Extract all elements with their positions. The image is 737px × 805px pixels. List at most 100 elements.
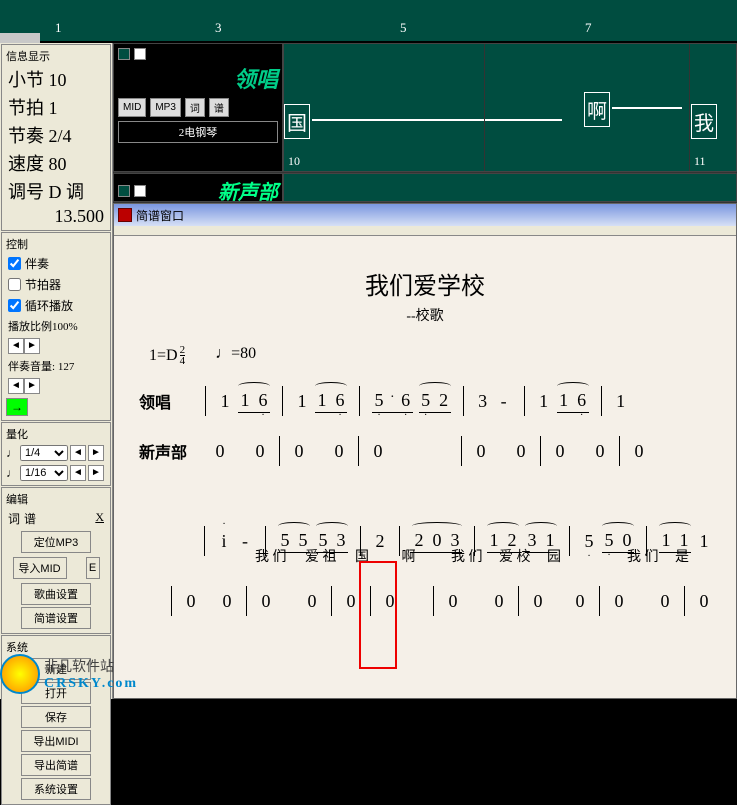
- track-2-body[interactable]: [283, 173, 737, 202]
- quantize-select-1[interactable]: 1/4: [20, 445, 68, 461]
- left-panel: 信息显示 小节 10 节拍 1 节奏 2/4 速度 80 调号 D 调 13.5…: [0, 43, 113, 699]
- measure-divider: [484, 44, 485, 171]
- ruler-indicator: [0, 33, 40, 43]
- play-ratio: 播放比例100%: [4, 316, 108, 336]
- vol-up-icon[interactable]: ►: [24, 378, 40, 394]
- track-2: 新声部: [113, 173, 737, 203]
- tempo-label: 速度: [8, 154, 44, 174]
- q2-up-icon[interactable]: ►: [88, 465, 104, 481]
- note-block[interactable]: 我: [691, 104, 717, 139]
- staff-notes: 00 00 0 00 00 0: [199, 436, 711, 466]
- info-title: 信息显示: [4, 47, 108, 65]
- quantize-select-2[interactable]: 1/16: [20, 465, 68, 481]
- score-separator: [114, 226, 736, 236]
- measure-number: 11: [694, 154, 706, 169]
- export-score-button[interactable]: 导出简谱: [21, 754, 91, 776]
- vol-label: 伴奏音量:: [8, 361, 55, 373]
- selection-box[interactable]: [359, 561, 397, 669]
- staff-notes: 00 00 0 0 00 00 00 0: [165, 586, 711, 616]
- watermark: 非凡软件站 CRSKY.com: [0, 649, 150, 699]
- ruler-tick: 7: [585, 20, 592, 36]
- score-window-icon: [118, 208, 132, 222]
- loop-label: 循环播放: [25, 297, 73, 314]
- edit-panel: 编辑 词谱 X 定位MP3 导入MID E 歌曲设置 简谱设置: [1, 487, 111, 634]
- rhythm-label: 节奏: [8, 126, 44, 146]
- tempo-val: 80: [49, 154, 67, 174]
- vol-val: 127: [58, 361, 75, 373]
- import-e-button[interactable]: E: [86, 557, 100, 579]
- measure-label: 小节: [8, 70, 44, 90]
- measure-val: 10: [49, 70, 67, 90]
- metronome-label: 节拍器: [25, 276, 61, 293]
- track-word-button[interactable]: 词: [185, 98, 205, 117]
- edit-word[interactable]: 词: [8, 510, 20, 527]
- import-mid-button[interactable]: 导入MID: [13, 557, 67, 579]
- track-1-head[interactable]: 领唱 MID MP3 词 谱 2电钢琴: [113, 43, 283, 172]
- info-panel: 信息显示 小节 10 节拍 1 节奏 2/4 速度 80 调号 D 调 13.5…: [1, 44, 111, 231]
- track-mp3-button[interactable]: MP3: [150, 98, 181, 117]
- tempo-mark: ♩=80: [215, 345, 256, 366]
- staff-row-4: 00 00 0 0 00 00 00 0: [139, 586, 711, 616]
- part-label: 新声部: [139, 439, 199, 463]
- ratio-down-icon[interactable]: ◄: [8, 338, 24, 354]
- note-block[interactable]: 啊: [584, 92, 610, 127]
- score-meta: 1=D24 ♩=80: [139, 345, 711, 366]
- score-settings-button[interactable]: 简谱设置: [21, 607, 91, 629]
- ruler-tick: 1: [55, 20, 62, 36]
- edit-score[interactable]: 谱: [24, 510, 36, 527]
- staff-row-2: 新声部 00 00 0 00 00 0: [139, 436, 711, 466]
- accompaniment-label: 伴奏: [25, 255, 49, 272]
- save-button[interactable]: 保存: [21, 706, 91, 728]
- ratio-up-icon[interactable]: ►: [24, 338, 40, 354]
- score-title: 我们爱学校: [139, 266, 711, 301]
- score-subtitle: --校歌: [139, 305, 711, 325]
- control-panel: 控制 伴奏 节拍器 循环播放 播放比例100% ◄► 伴奏音量: 127 ◄► …: [1, 232, 111, 421]
- note-icon: ♩: [6, 446, 18, 461]
- track-color-icon[interactable]: [118, 185, 130, 197]
- vol-down-icon[interactable]: ◄: [8, 378, 24, 394]
- track-mute-icon[interactable]: [134, 185, 146, 197]
- accompaniment-checkbox[interactable]: [8, 257, 21, 270]
- q1-up-icon[interactable]: ►: [88, 445, 104, 461]
- score-body[interactable]: 我们爱学校 --校歌 1=D24 ♩=80 领唱 1 16 1 16 5·6 5…: [114, 236, 736, 698]
- ruler-tick: 3: [215, 20, 222, 36]
- song-settings-button[interactable]: 歌曲设置: [21, 583, 91, 605]
- track-score-button[interactable]: 谱: [209, 98, 229, 117]
- metronome-checkbox[interactable]: [8, 278, 21, 291]
- export-midi-button[interactable]: 导出MIDI: [21, 730, 91, 752]
- track-2-head[interactable]: 新声部: [113, 173, 283, 202]
- system-settings-button[interactable]: 系统设置: [21, 778, 91, 800]
- note-line: [312, 119, 562, 121]
- edit-close[interactable]: X: [95, 510, 104, 527]
- quantize-panel: 量化 ♩1/4◄► ♩1/16◄►: [1, 422, 111, 486]
- locate-mp3-button[interactable]: 定位MP3: [21, 531, 91, 553]
- track-1: 领唱 MID MP3 词 谱 2电钢琴 国 啊 我 10 11: [113, 43, 737, 173]
- edit-title: 编辑: [4, 490, 108, 508]
- play-button[interactable]: →: [6, 398, 28, 416]
- watermark-text: 非凡软件站 CRSKY.com: [44, 656, 138, 692]
- track-color-icon[interactable]: [118, 48, 130, 60]
- note-block[interactable]: 国: [284, 104, 310, 139]
- track-mute-icon[interactable]: [134, 48, 146, 60]
- staff-notes: 1 16 1 16 5·6 52 3- 1 16 1: [199, 386, 711, 416]
- note-icon: ♩: [6, 466, 18, 481]
- staff-row-1: 领唱 1 16 1 16 5·6 52 3- 1 16 1: [139, 386, 711, 416]
- rhythm-val: 2/4: [49, 126, 72, 146]
- beat-label: 节拍: [8, 98, 44, 118]
- loop-checkbox[interactable]: [8, 299, 21, 312]
- ruler: 1 3 5 7: [0, 0, 737, 43]
- q1-down-icon[interactable]: ◄: [70, 445, 86, 461]
- part-label: 领唱: [139, 389, 199, 413]
- ruler-tick: 5: [400, 20, 407, 36]
- track-1-title: 领唱: [118, 62, 278, 94]
- score-titlebar[interactable]: 简谱窗口: [114, 204, 736, 226]
- track-mid-button[interactable]: MID: [118, 98, 146, 117]
- track-1-body[interactable]: 国 啊 我 10 11: [283, 43, 737, 172]
- key-signature: 1=D24: [149, 345, 185, 366]
- control-title: 控制: [4, 235, 108, 253]
- beat-val: 1: [49, 98, 58, 118]
- lyric-row: 我 们 爱 祖 国 啊 我 们 爱 校 园 我 们 是: [139, 546, 711, 566]
- note-line: [612, 107, 682, 109]
- track-instrument[interactable]: 2电钢琴: [118, 121, 278, 143]
- q2-down-icon[interactable]: ◄: [70, 465, 86, 481]
